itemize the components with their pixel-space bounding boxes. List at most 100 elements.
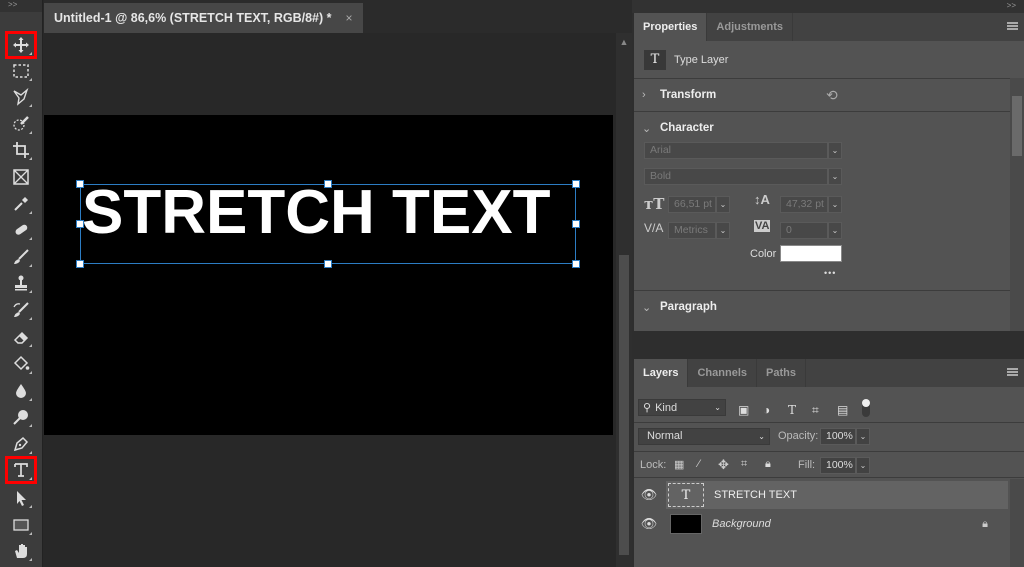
layer-row-stretch-text[interactable]: 👁︎ T STRETCH TEXT [634,481,1008,509]
move-tool[interactable] [6,32,36,58]
properties-scrollbar-thumb[interactable] [1012,96,1022,156]
handle-bottom-center[interactable] [324,260,332,268]
tab-adjustments[interactable]: Adjustments [707,13,793,41]
kerning-icon: V/A [644,221,663,235]
layer-name: Background [712,518,771,530]
text-layer-thumbnail: T [668,483,704,507]
handle-bottom-left[interactable] [76,260,84,268]
eyedropper-tool[interactable] [6,191,36,217]
scrollbar-thumb[interactable] [619,255,629,555]
handle-middle-right[interactable] [572,220,580,228]
history-brush-tool[interactable] [6,297,36,323]
tracking-input[interactable]: 0 [780,222,828,239]
opacity-label: Opacity: [778,430,818,442]
close-tab-icon[interactable]: × [346,11,353,25]
panel-menu-icon[interactable] [1007,22,1018,30]
healing-brush-tool[interactable] [6,217,36,243]
layers-scrollbar[interactable] [1010,479,1024,567]
layer-lock-icon: 🔒︎ [982,518,988,531]
brush-icon [12,248,30,266]
handle-top-center[interactable] [324,180,332,188]
document-tab[interactable]: Untitled-1 @ 86,6% (STRETCH TEXT, RGB/8#… [44,3,363,33]
opacity-dropdown[interactable]: ⌄ [856,428,870,445]
clone-stamp-tool[interactable] [6,270,36,296]
more-options-icon[interactable]: ••• [824,268,836,278]
shape-layer-filter-icon[interactable]: ⌗ [812,403,819,418]
tab-properties[interactable]: Properties [634,13,707,41]
lasso-tool[interactable] [6,84,36,110]
character-section: ⌄ Character Arial ⌄ Bold ⌄ ᴛT 66,51 pt ⌄… [634,111,1024,290]
visibility-eye-icon[interactable]: 👁︎ [634,516,664,532]
lock-transparent-pixels-icon[interactable]: ▦ [674,458,684,471]
kerning-select[interactable]: Metrics [668,222,716,239]
reset-transform-icon[interactable]: ⟲ [826,87,838,104]
handle-bottom-right[interactable] [572,260,580,268]
pixel-layer-filter-icon[interactable]: ▣ [738,403,749,417]
paint-bucket-tool[interactable] [6,351,36,377]
panel-collapse-button[interactable]: >> [632,0,1024,13]
path-selection-tool[interactable] [6,485,36,511]
rectangular-marquee-tool[interactable] [6,58,36,84]
tab-layers[interactable]: Layers [634,359,688,387]
leading-dropdown[interactable]: ⌄ [828,196,842,213]
character-header[interactable]: ⌄ Character [634,112,1024,144]
tools-panel: >> [0,0,43,567]
rectangle-tool[interactable] [6,512,36,538]
filter-toggle[interactable] [862,399,870,417]
layer-type-label: Type Layer [674,54,728,66]
eraser-tool[interactable] [6,324,36,350]
blur-tool[interactable] [6,378,36,404]
hand-tool[interactable] [6,538,36,564]
smart-object-filter-icon[interactable]: ▤ [837,403,848,417]
brush-tool[interactable] [6,244,36,270]
handle-top-right[interactable] [572,180,580,188]
lock-all-icon[interactable]: 🔒︎ [765,458,771,471]
layer-name: STRETCH TEXT [714,489,797,501]
type-tool[interactable] [6,457,36,483]
pen-tool[interactable] [6,431,36,457]
transform-header[interactable]: › Transform ⟲ [634,79,1024,111]
kerning-dropdown[interactable]: ⌄ [716,222,730,239]
layers-tabs: Layers Channels Paths [634,359,1024,387]
crop-tool[interactable] [6,137,36,163]
color-swatch[interactable] [780,245,842,262]
scroll-up-icon[interactable]: ▲ [616,37,632,47]
dodge-tool[interactable] [6,404,36,430]
properties-scrollbar[interactable] [1010,78,1024,331]
toolbar-collapse-button[interactable]: >> [0,0,42,12]
tab-channels[interactable]: Channels [688,359,757,387]
tracking-dropdown[interactable]: ⌄ [828,222,842,239]
transform-section: › Transform ⟲ [634,78,1024,111]
font-size-dropdown[interactable]: ⌄ [716,196,730,213]
quick-selection-tool[interactable] [6,111,36,137]
leading-input[interactable]: 47,32 pt [780,196,828,213]
canvas[interactable]: STRETCH TEXT [44,115,613,435]
frame-tool[interactable] [6,164,36,190]
paragraph-header[interactable]: ⌄ Paragraph [634,291,1024,323]
font-size-input[interactable]: 66,51 pt [668,196,716,213]
handle-middle-left[interactable] [76,220,84,228]
fill-dropdown[interactable]: ⌄ [856,457,870,474]
fill-input[interactable]: 100% [820,457,856,474]
lock-artboard-icon[interactable]: ⌗ [741,458,747,471]
type-layer-filter-icon[interactable]: T [788,403,796,417]
blend-mode-select[interactable]: Normal ⌄ [638,428,770,445]
font-style-select[interactable]: Bold [644,168,828,185]
vertical-scrollbar[interactable]: ▲ [616,33,632,567]
font-family-select[interactable]: Arial [644,142,828,159]
filter-kind-select[interactable]: ⚲ Kind ⌄ [638,399,726,416]
transform-bounding-box[interactable] [80,184,576,264]
adjustment-layer-filter-icon[interactable]: ◑ [763,403,770,417]
lock-position-icon[interactable]: ✥ [718,457,729,473]
layer-row-background[interactable]: 👁︎ Background 🔒︎ [634,510,1008,538]
lock-image-pixels-icon[interactable]: ⁄ [698,458,700,470]
tab-paths[interactable]: Paths [757,359,806,387]
opacity-input[interactable]: 100% [820,428,856,445]
visibility-eye-icon[interactable]: 👁︎ [634,487,664,503]
handle-top-left[interactable] [76,180,84,188]
eraser-icon [12,328,30,346]
font-family-dropdown[interactable]: ⌄ [828,142,842,159]
font-style-dropdown[interactable]: ⌄ [828,168,842,185]
layers-panel-menu-icon[interactable] [1007,368,1018,376]
filter-kind-label: Kind [655,402,677,414]
